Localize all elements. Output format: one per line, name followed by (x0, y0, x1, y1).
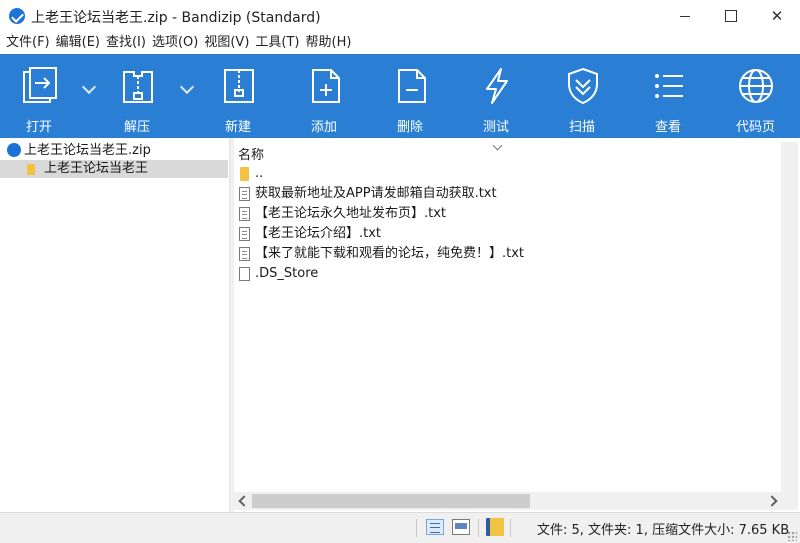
text-file-icon (239, 187, 250, 201)
delete-button[interactable]: 删除 (389, 54, 433, 138)
maximize-icon (725, 10, 737, 22)
open-button[interactable]: 打开 (18, 54, 62, 138)
tree-item-archive[interactable]: 上老王论坛当老王.zip (0, 142, 228, 160)
title-bar: 上老王论坛当老王.zip - Bandizip (Standard) ✕ (0, 0, 800, 32)
bandizip-app-icon (9, 8, 25, 24)
scan-button[interactable]: 扫描 (561, 54, 605, 138)
zip-archive-icon (7, 143, 21, 157)
archive-summary: 文件: 5, 文件夹: 1, 压缩文件大小: 7.65 KB (537, 523, 790, 538)
delete-label: 删除 (397, 120, 424, 135)
open-label: 打开 (26, 120, 53, 135)
menu-file[interactable]: 文件(F) (0, 32, 50, 54)
folder-icon (240, 167, 249, 181)
file-row[interactable]: 【老王论坛介绍】.txt (234, 224, 800, 244)
extract-dropdown-chevron-icon[interactable] (179, 79, 195, 95)
view-button[interactable]: 查看 (647, 54, 691, 138)
file-name: 【老王论坛介绍】.txt (255, 226, 382, 241)
new-button[interactable]: 新建 (217, 54, 261, 138)
add-button[interactable]: 添加 (303, 54, 347, 138)
blank-file-icon (239, 267, 250, 281)
folder-pane-toggle-icon[interactable] (486, 518, 504, 536)
close-button[interactable]: ✕ (754, 0, 800, 32)
new-label: 新建 (225, 120, 252, 135)
extract-button[interactable]: 解压 (116, 54, 160, 138)
tree-item-archive-label: 上老王论坛当老王.zip (24, 143, 151, 158)
status-separator (510, 519, 511, 537)
shield-icon (568, 67, 598, 105)
text-file-icon (239, 227, 250, 241)
column-header-name[interactable]: 名称 (234, 140, 800, 163)
resize-grip-icon[interactable] (787, 531, 797, 541)
chevron-right-icon (765, 495, 778, 507)
close-icon: ✕ (770, 7, 784, 25)
menu-tools[interactable]: 工具(T) (249, 32, 299, 54)
sort-chevron-icon (492, 140, 503, 151)
file-row[interactable]: 【老王论坛永久地址发布页】.txt (234, 204, 800, 224)
codepage-button[interactable]: 代码页 (734, 54, 778, 138)
new-archive-icon (224, 69, 254, 103)
extract-icon (123, 71, 153, 103)
text-file-icon (239, 247, 250, 261)
chevron-left-icon (237, 495, 250, 507)
status-bar: 文件: 5, 文件夹: 1, 压缩文件大小: 7.65 KB (0, 512, 800, 543)
column-header-name-label: 名称 (238, 148, 265, 163)
file-row[interactable]: 【来了就能下载和观看的论坛，纯免费！】.txt (234, 244, 800, 264)
tree-item-folder[interactable]: 上老王论坛当老王 (0, 160, 228, 178)
menu-help[interactable]: 帮助(H) (300, 32, 352, 54)
horizontal-scrollbar[interactable] (234, 492, 781, 510)
globe-icon (739, 69, 773, 103)
window-title: 上老王论坛当老王.zip - Bandizip (Standard) (31, 10, 321, 26)
test-button[interactable]: 测试 (475, 54, 519, 138)
status-separator (478, 519, 479, 537)
menu-bar: 文件(F) 编辑(E) 查找(I) 选项(O) 视图(V) 工具(T) 帮助(H… (0, 32, 800, 54)
text-file-icon (239, 207, 250, 221)
menu-find[interactable]: 查找(I) (100, 32, 146, 54)
extract-label: 解压 (124, 120, 151, 135)
file-name: 【来了就能下载和观看的论坛，纯免费！】.txt (255, 246, 525, 261)
add-file-icon (312, 69, 340, 103)
list-view-toggle-icon[interactable] (426, 519, 444, 535)
test-label: 测试 (483, 120, 510, 135)
status-separator (416, 519, 417, 537)
view-label: 查看 (655, 120, 682, 135)
vertical-scrollbar[interactable] (781, 142, 798, 492)
delete-file-icon (398, 69, 426, 103)
file-name: 获取最新地址及APP请发邮箱自动获取.txt (255, 186, 497, 201)
menu-options[interactable]: 选项(O) (146, 32, 198, 54)
file-row[interactable]: .DS_Store (234, 264, 800, 284)
minimize-button[interactable] (662, 0, 708, 32)
folder-tree: 上老王论坛当老王.zip 上老王论坛当老王 (0, 138, 228, 512)
file-name: 【老王论坛永久地址发布页】.txt (255, 206, 447, 221)
file-name: .. (255, 166, 264, 181)
tree-item-folder-label: 上老王论坛当老王 (44, 161, 149, 176)
menu-view[interactable]: 视图(V) (198, 32, 249, 54)
scrollbar-corner (781, 492, 798, 510)
list-view-icon (655, 74, 683, 98)
scroll-left-button[interactable] (234, 492, 250, 510)
file-row[interactable]: 获取最新地址及APP请发邮箱自动获取.txt (234, 184, 800, 204)
maximize-button[interactable] (708, 0, 754, 32)
add-label: 添加 (311, 120, 338, 135)
horizontal-scroll-thumb[interactable] (252, 494, 530, 508)
scroll-right-button[interactable] (765, 492, 781, 510)
file-list: 名称 .. 获取最新地址及APP请发邮箱自动获取.txt 【老王论坛永久地址发布… (234, 138, 800, 512)
lightning-icon (486, 68, 508, 104)
menu-edit[interactable]: 编辑(E) (50, 32, 100, 54)
preview-toggle-icon[interactable] (452, 519, 470, 535)
open-icon (23, 67, 57, 103)
content-area: 上老王论坛当老王.zip 上老王论坛当老王 名称 .. 获取最新地址及APP请发… (0, 138, 800, 512)
scan-label: 扫描 (569, 120, 596, 135)
minimize-icon (680, 15, 690, 17)
toolbar: 打开 解压 新建 添加 删除 测试 扫描 查看 代码页 (0, 54, 800, 138)
open-dropdown-chevron-icon[interactable] (81, 79, 97, 95)
file-name: .DS_Store (255, 266, 319, 281)
file-row-parent[interactable]: .. (234, 164, 800, 184)
folder-icon (27, 164, 35, 175)
codepage-label: 代码页 (736, 120, 776, 135)
